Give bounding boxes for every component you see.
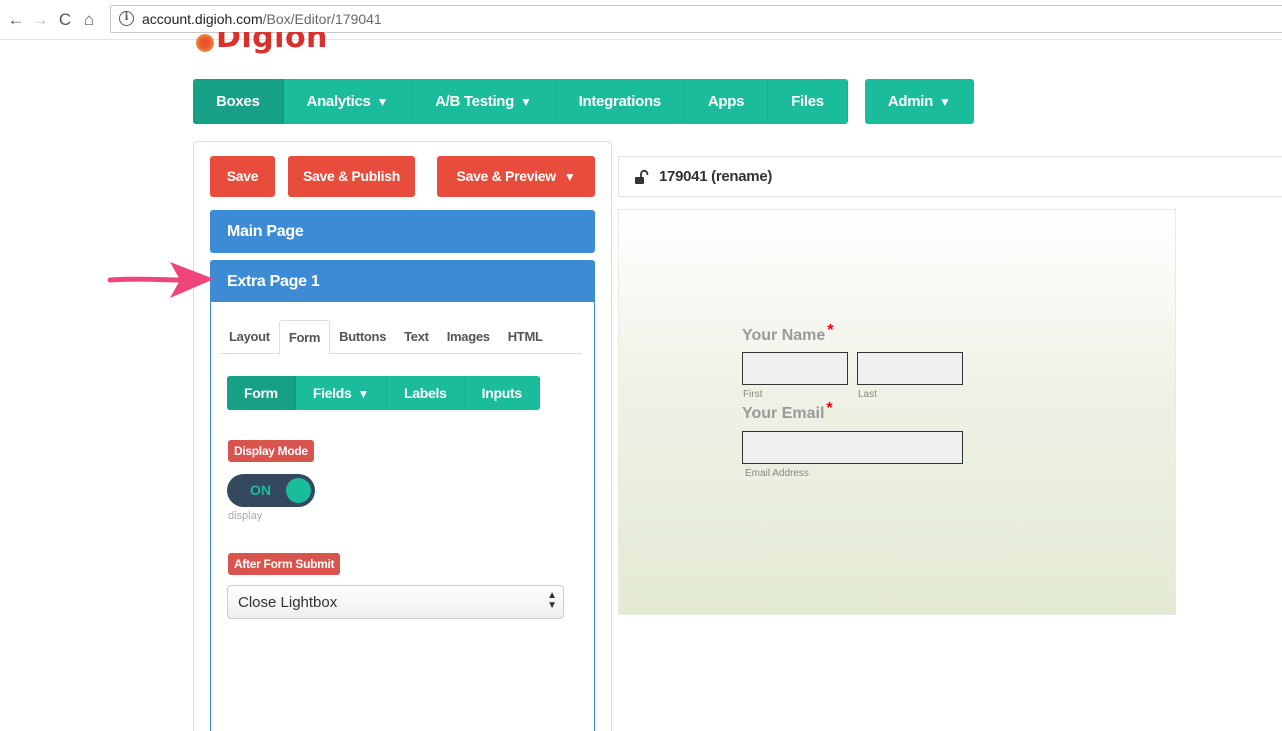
form-settings-tabs: Form Fields ▼ Labels Inputs — [227, 376, 540, 410]
last-caption: Last — [858, 389, 877, 400]
nav-files-label: Files — [791, 93, 824, 110]
digioh-logo[interactable]: Digioh — [196, 32, 396, 58]
tab-html[interactable]: HTML — [499, 320, 552, 354]
save-publish-button[interactable]: Save & Publish — [288, 156, 415, 197]
toggle-knob — [286, 478, 311, 503]
formtab-labels[interactable]: Labels — [387, 376, 465, 410]
url-path: /Box/Editor/179041 — [262, 11, 382, 27]
caret-down-icon: ▼ — [376, 95, 389, 109]
logo-mark-icon — [196, 34, 214, 52]
pink-arrow-annotation — [108, 262, 214, 298]
url-host: account.digioh.com — [142, 11, 263, 27]
tab-form[interactable]: Form — [278, 320, 331, 355]
address-bar[interactable]: i account.digioh.com/Box/Editor/179041 — [110, 5, 1282, 33]
tab-buttons[interactable]: Buttons — [330, 320, 395, 354]
first-caption: First — [743, 389, 763, 400]
save-preview-label: Save & Preview — [456, 168, 557, 184]
nav-integrations[interactable]: Integrations — [556, 79, 685, 124]
your-name-label: Your Name * — [742, 322, 834, 345]
select-value: Close Lightbox — [238, 594, 338, 611]
nav-apps-label: Apps — [707, 93, 745, 110]
after-submit-select[interactable]: Close Lightbox ▲ ▼ — [227, 585, 564, 619]
extra-page-body — [210, 302, 595, 731]
tab-layout[interactable]: Layout — [220, 320, 279, 354]
display-mode-label: Display Mode — [228, 440, 314, 462]
first-name-input[interactable] — [742, 352, 848, 385]
toggle-state-label: ON — [250, 482, 271, 498]
required-star: * — [827, 322, 834, 339]
last-name-input[interactable] — [857, 352, 963, 385]
email-input[interactable] — [742, 431, 963, 464]
nav-files[interactable]: Files — [768, 79, 848, 124]
nav-admin-label: Admin — [887, 93, 934, 110]
editor-subtabs: Layout Form Buttons Text Images HTML — [220, 320, 582, 355]
browser-toolbar: ← → C ⌂ i account.digioh.com/Box/Editor/… — [0, 0, 1282, 40]
after-form-submit-label: After Form Submit — [228, 553, 341, 575]
tab-text[interactable]: Text — [395, 320, 438, 354]
caret-down-icon: ▼ — [357, 387, 370, 401]
nav-boxes-label: Boxes — [216, 93, 260, 110]
your-name-text: Your Name — [742, 327, 826, 344]
formtab-fields-label: Fields — [312, 385, 352, 401]
box-title-bar: 179041 (rename) — [618, 156, 1282, 197]
unlock-icon[interactable] — [634, 169, 650, 185]
nav-analytics-label: Analytics — [306, 93, 371, 110]
admin-nav-group: Admin ▼ — [864, 79, 974, 124]
nav-admin[interactable]: Admin ▼ — [865, 79, 974, 124]
box-title[interactable]: 179041 (rename) — [659, 168, 772, 185]
caret-down-icon: ▼ — [563, 170, 576, 184]
nav-ab-testing[interactable]: A/B Testing ▼ — [412, 79, 556, 124]
nav-integrations-label: Integrations — [578, 93, 662, 110]
save-preview-button[interactable]: Save & Preview ▼ — [437, 156, 595, 197]
url-text: account.digioh.com/Box/Editor/179041 — [142, 11, 382, 27]
nav-apps[interactable]: Apps — [685, 79, 769, 124]
formtab-fields[interactable]: Fields ▼ — [296, 376, 388, 410]
caret-down-icon: ▼ — [520, 95, 532, 109]
your-email-label: Your Email * — [742, 400, 833, 423]
select-arrows-icon: ▲ ▼ — [547, 590, 557, 611]
main-nav-group: Boxes Analytics ▼ A/B Testing ▼ Integratio… — [193, 79, 848, 124]
form-preview: Your Name * First Last Your Email * Email … — [618, 209, 1176, 615]
toggle-caption: display — [228, 510, 263, 522]
save-button[interactable]: Save — [210, 156, 275, 197]
display-mode-toggle[interactable]: ON — [227, 474, 315, 507]
required-star: * — [826, 400, 833, 417]
nav-ab-testing-label: A/B Testing — [435, 93, 515, 110]
nav-analytics[interactable]: Analytics ▼ — [284, 79, 413, 124]
tab-images[interactable]: Images — [438, 320, 499, 354]
extra-page-header[interactable]: Extra Page 1 — [210, 260, 595, 303]
forward-arrow-icon[interactable]: → — [30, 10, 50, 30]
main-page-header[interactable]: Main Page — [210, 210, 595, 253]
formtab-inputs[interactable]: Inputs — [465, 376, 540, 410]
info-icon[interactable]: i — [119, 11, 134, 26]
reload-icon[interactable]: C — [55, 10, 75, 30]
home-icon[interactable]: ⌂ — [79, 10, 99, 30]
back-arrow-icon[interactable]: ← — [6, 10, 26, 30]
main-navigation: Boxes Analytics ▼ A/B Testing ▼ Integratio… — [193, 79, 974, 124]
nav-boxes[interactable]: Boxes — [193, 79, 284, 124]
email-caption: Email Address — [745, 468, 809, 479]
your-email-text: Your Email — [742, 405, 825, 422]
caret-down-icon: ▼ — [939, 95, 951, 109]
logo-text: Digioh — [216, 32, 328, 55]
formtab-form[interactable]: Form — [227, 376, 296, 410]
